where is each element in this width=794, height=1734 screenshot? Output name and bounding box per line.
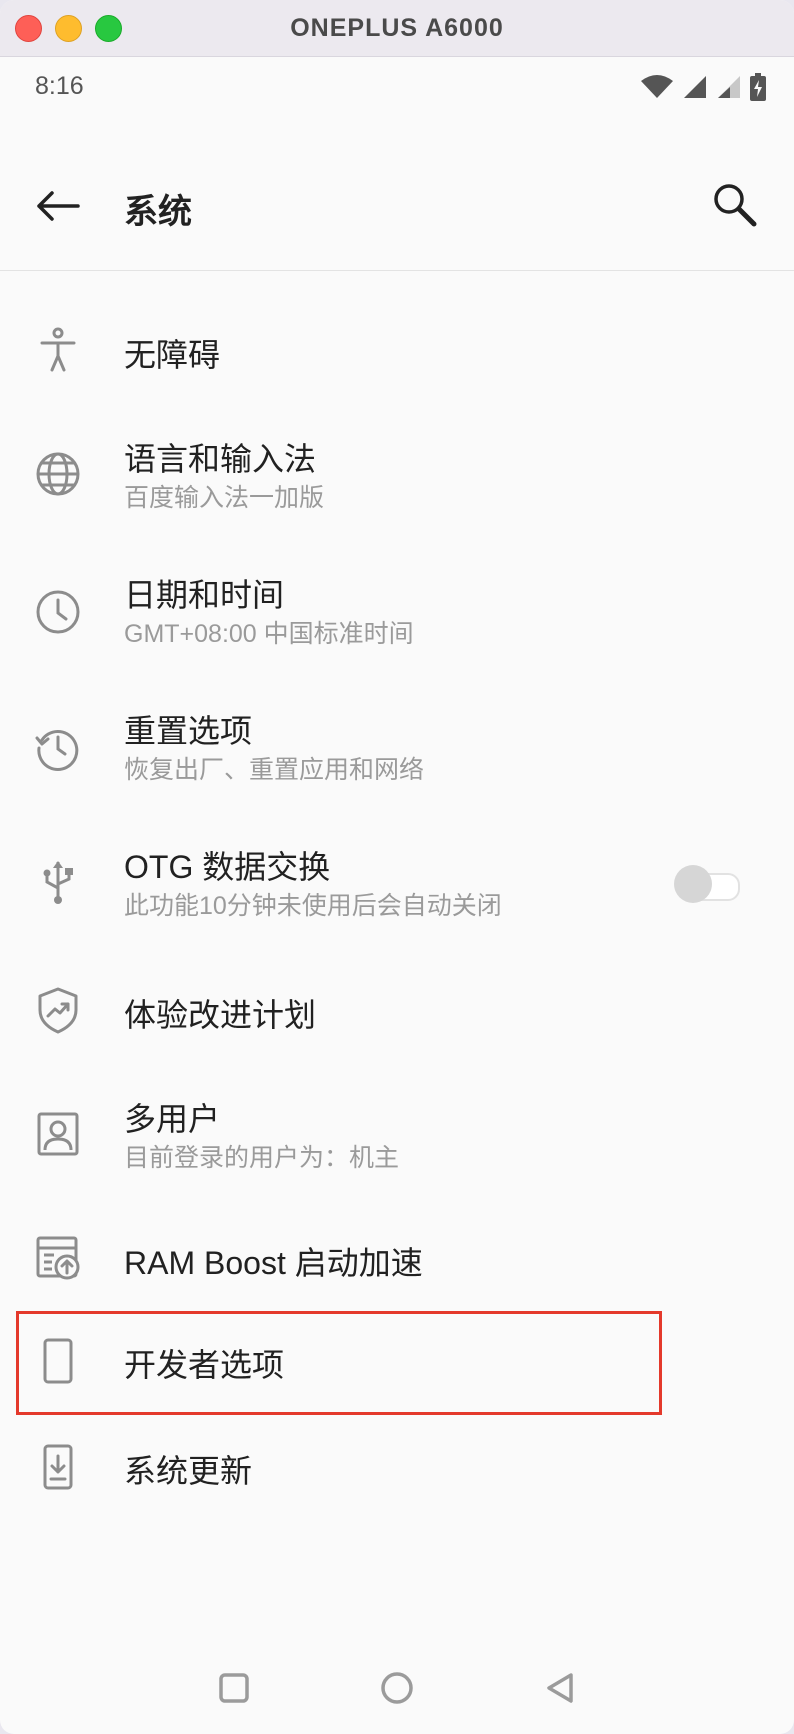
setting-label: 无障碍	[124, 337, 221, 373]
setting-item-otg[interactable]: OTG 数据交换 此功能10分钟未使用后会自动关闭	[0, 830, 794, 940]
home-circle-icon[interactable]	[377, 1668, 417, 1708]
shield-trend-icon	[38, 987, 78, 1034]
user-icon	[37, 1112, 79, 1156]
setting-label: 日期和时间	[124, 577, 285, 613]
toggle-thumb	[674, 865, 712, 903]
device-window: ONEPLUS A6000 8:16 系统 无障碍 语言和输入法 百度输入法一加…	[0, 0, 794, 1734]
setting-item-date-time[interactable]: 日期和时间 GMT+08:00 中国标准时间	[0, 558, 794, 668]
setting-subtitle: 恢复出厂、重置应用和网络	[124, 756, 425, 784]
window-titlebar: ONEPLUS A6000	[0, 0, 794, 57]
window-title: ONEPLUS A6000	[290, 14, 504, 42]
setting-item-accessibility[interactable]: 无障碍	[0, 310, 794, 390]
navigation-bar	[0, 1640, 794, 1734]
status-bar: 8:16	[0, 56, 794, 116]
setting-item-language[interactable]: 语言和输入法 百度输入法一加版	[0, 420, 794, 530]
setting-item-system-update[interactable]: 系统更新	[0, 1426, 794, 1506]
back-triangle-icon[interactable]	[540, 1668, 580, 1708]
status-icons	[640, 72, 766, 102]
setting-label: 体验改进计划	[124, 997, 317, 1033]
setting-item-reset[interactable]: 重置选项 恢复出厂、重置应用和网络	[0, 694, 794, 804]
setting-label: OTG 数据交换	[124, 849, 331, 885]
recents-square-icon[interactable]	[214, 1668, 254, 1708]
usb-icon	[43, 861, 73, 904]
history-reset-icon	[35, 730, 79, 771]
setting-label: 多用户	[124, 1101, 221, 1137]
clock-icon	[36, 590, 80, 634]
battery-charging-icon	[750, 73, 766, 101]
setting-label: 重置选项	[124, 713, 253, 749]
setting-subtitle: GMT+08:00 中国标准时间	[124, 620, 414, 648]
wifi-icon	[641, 75, 673, 98]
setting-subtitle: 百度输入法一加版	[124, 484, 325, 512]
setting-item-users[interactable]: 多用户 目前登录的用户为：机主	[0, 1080, 794, 1190]
signal-weak-icon	[718, 76, 740, 98]
setting-label: 系统更新	[124, 1453, 253, 1489]
highlight-box	[16, 1311, 662, 1415]
app-bar: 系统	[0, 140, 794, 271]
setting-item-experience[interactable]: 体验改进计划	[0, 970, 794, 1050]
search-icon[interactable]	[710, 180, 760, 230]
globe-icon	[36, 452, 80, 496]
setting-subtitle: 此功能10分钟未使用后会自动关闭	[124, 892, 502, 920]
otg-toggle[interactable]	[674, 863, 740, 903]
setting-label: 语言和输入法	[124, 441, 317, 477]
setting-label: RAM Boost 启动加速	[124, 1245, 423, 1281]
setting-subtitle: 目前登录的用户为：机主	[124, 1144, 400, 1172]
ram-boost-icon	[36, 1236, 80, 1280]
signal-icon	[684, 76, 706, 98]
accessibility-icon	[40, 327, 76, 372]
page-title: 系统	[124, 193, 192, 231]
system-update-icon	[43, 1444, 73, 1490]
status-clock: 8:16	[35, 72, 84, 100]
setting-item-ram-boost[interactable]: RAM Boost 启动加速	[0, 1220, 794, 1300]
back-arrow-icon[interactable]	[34, 186, 82, 226]
